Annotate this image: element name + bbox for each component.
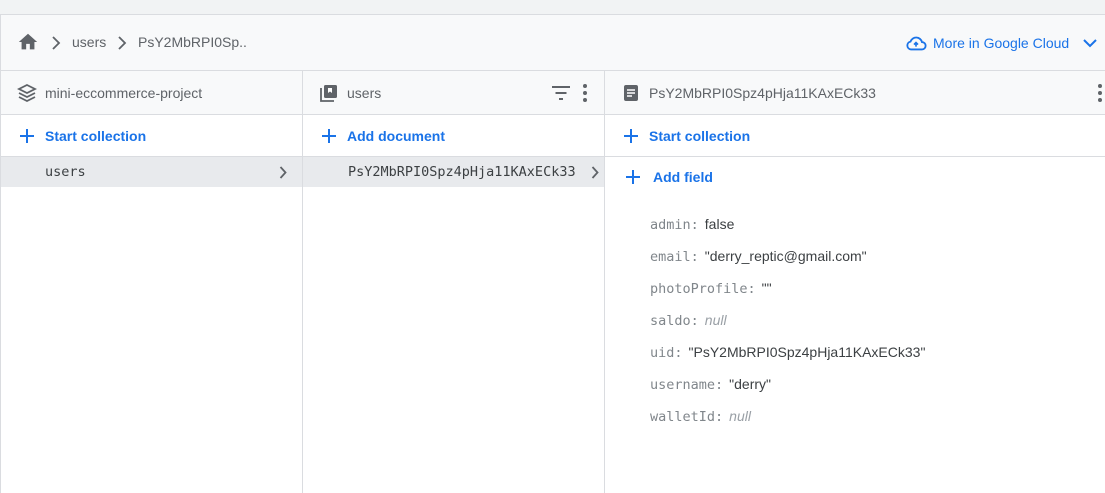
field-row-username[interactable]: username: "derry" [650,376,771,396]
add-field-button[interactable]: Add field [625,166,713,188]
field-key: uid: [650,345,683,361]
document-column: PsY2MbRPI0Spz4pHja11KAxECk33 Start colle… [605,71,1105,493]
field-key: saldo: [650,313,699,329]
divider [605,156,1105,157]
field-row-email[interactable]: email: "derry_reptic@gmail.com" [650,248,867,268]
plus-icon [20,129,34,143]
field-value: false [704,216,735,232]
field-value: "derry" [729,376,771,392]
field-value: "PsY2MbRPI0Spz4pHja11KAxECk33" [688,344,926,360]
collection-column-header: users [303,71,604,115]
document-item[interactable]: PsY2MbRPI0Spz4pHja11KAxECk33 [303,157,604,187]
firestore-data-panel: users PsY2MbRPI0Sp.. More in Google Clou… [0,14,1105,493]
breadcrumb-bar: users PsY2MbRPI0Sp.. More in Google Clou… [1,15,1105,71]
field-value-null: null [729,408,751,424]
chevron-right-icon [591,165,599,179]
breadcrumb-item-document[interactable]: PsY2MbRPI0Sp.. [138,34,247,50]
document-title: PsY2MbRPI0Spz4pHja11KAxECk33 [649,85,876,101]
field-row-walletid[interactable]: walletId: null [650,408,751,428]
field-row-photoprofile[interactable]: photoProfile: "" [650,280,772,300]
field-value: "derry_reptic@gmail.com" [704,248,867,264]
cloud-icon [906,36,927,51]
field-row-admin[interactable]: admin: false [650,216,734,236]
project-column: mini-eccommerce-project Start collection… [1,71,303,493]
field-key: photoProfile: [650,281,756,297]
chevron-down-icon[interactable] [1083,38,1097,48]
filter-icon[interactable] [551,85,571,101]
database-stack-icon [17,83,37,103]
collection-item-users[interactable]: users [1,157,302,187]
more-in-google-cloud-label: More in Google Cloud [933,35,1070,51]
plus-icon [624,129,638,143]
chevron-right-icon [279,165,287,179]
field-value-null: null [704,312,727,328]
field-key: admin: [650,217,699,233]
add-document-label: Add document [347,128,445,144]
project-title: mini-eccommerce-project [45,85,203,101]
chevron-right-icon [52,36,61,50]
collection-item-label: users [45,164,86,180]
field-value: "" [761,280,772,296]
plus-icon [626,170,640,184]
home-icon[interactable] [17,31,39,53]
more-in-google-cloud-button[interactable]: More in Google Cloud [905,32,1097,54]
document-icon [624,85,638,101]
collection-column: users Add document PsY2MbRPI0Spz4pHja11K… [303,71,605,493]
start-collection-label: Start collection [45,128,147,144]
start-collection-button[interactable]: Start collection [623,125,750,147]
start-collection-button[interactable]: Start collection [19,125,146,147]
collection-icon [320,85,337,102]
field-key: walletId: [650,409,724,425]
add-field-label: Add field [653,169,713,185]
start-collection-label: Start collection [649,128,751,144]
project-column-header: mini-eccommerce-project [1,71,302,115]
chevron-right-icon [118,36,127,50]
collection-title: users [347,85,382,101]
field-key: username: [650,377,724,393]
field-key: email: [650,249,699,265]
more-vert-icon[interactable] [582,83,588,103]
field-row-uid[interactable]: uid: "PsY2MbRPI0Spz4pHja11KAxECk33" [650,344,925,364]
document-column-header: PsY2MbRPI0Spz4pHja11KAxECk33 [605,71,1105,115]
plus-icon [322,129,336,143]
add-document-button[interactable]: Add document [321,125,445,147]
breadcrumb-item-users[interactable]: users [72,34,106,50]
more-vert-icon[interactable] [1097,83,1103,103]
field-row-saldo[interactable]: saldo: null [650,312,727,332]
document-item-label: PsY2MbRPI0Spz4pHja11KAxECk33 [348,164,576,180]
